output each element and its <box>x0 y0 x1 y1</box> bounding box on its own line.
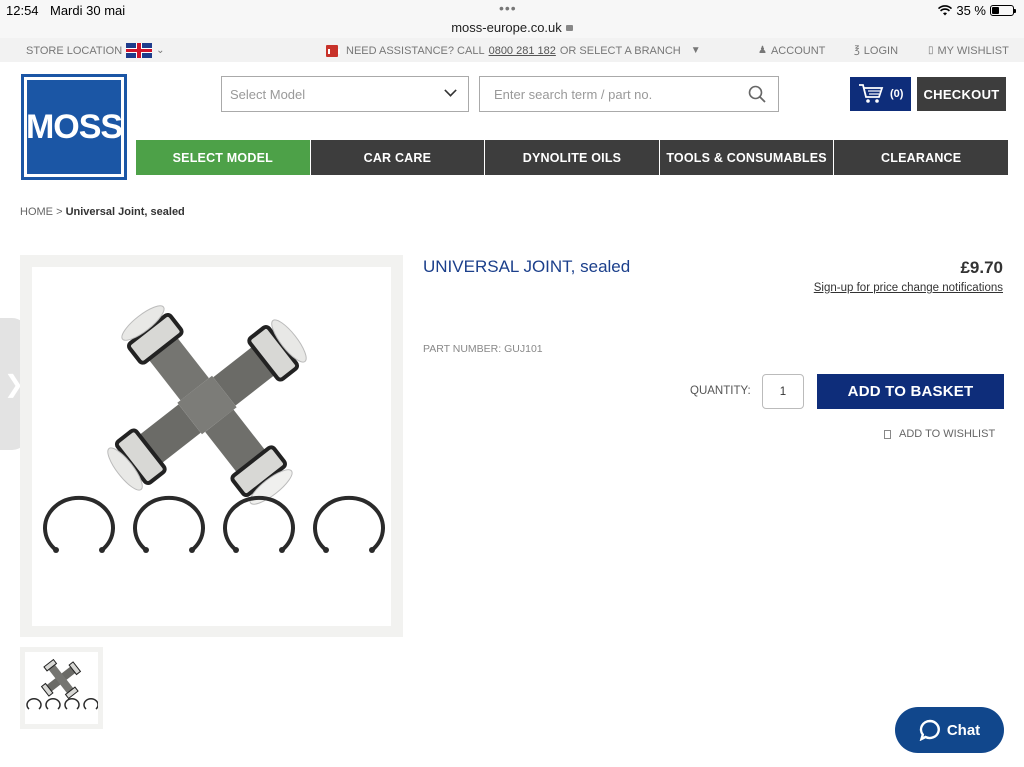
account-label: ACCOUNT <box>770 44 826 57</box>
quantity-label: QUANTITY: <box>690 385 751 397</box>
nav-tools-consumables[interactable]: TOOLS & CONSUMABLES <box>659 140 834 175</box>
key-icon: ℥ <box>854 44 860 56</box>
chevron-down-icon <box>444 84 457 97</box>
nav-car-care[interactable]: CAR CARE <box>310 140 485 175</box>
breadcrumb-home[interactable]: HOME <box>20 206 53 218</box>
price-notification-link[interactable]: Sign-up for price change notifications <box>814 282 1003 294</box>
breadcrumb: HOME > Universal Joint, sealed <box>20 206 185 218</box>
battery-icon <box>990 5 1016 16</box>
battery-percent: 35 % <box>956 3 986 18</box>
nav-dynolite-oils[interactable]: DYNOLITE OILS <box>485 140 659 175</box>
utility-bar: STORE LOCATION ⌄ NEED ASSISTANCE? CALL 0… <box>0 38 1024 62</box>
my-wishlist-link[interactable]: ▯ MY WISHLIST <box>928 38 1009 62</box>
account-link[interactable]: ♟ ACCOUNT <box>758 38 825 62</box>
chat-bubble-icon <box>919 719 940 741</box>
select-branch-link[interactable]: OR SELECT A BRANCH <box>560 44 681 58</box>
status-right: 35 % <box>938 3 1016 18</box>
battery-fill <box>992 7 999 14</box>
quantity-input[interactable]: 1 <box>762 374 804 409</box>
branch-icon <box>326 44 340 57</box>
add-to-wishlist-link[interactable]: ADD TO WISHLIST <box>884 428 995 440</box>
user-icon: ♟ <box>758 44 767 56</box>
checkout-button[interactable]: CHECKOUT <box>917 77 1006 111</box>
universal-joint-image <box>43 305 385 553</box>
lock-icon <box>565 25 573 31</box>
chat-label: Chat <box>946 721 981 739</box>
chat-button[interactable]: Chat <box>895 707 1004 753</box>
login-label: LOGIN <box>863 44 899 57</box>
store-location-selector[interactable]: STORE LOCATION ⌄ <box>26 38 165 62</box>
wifi-icon <box>938 5 953 16</box>
chevron-down-icon: ⌄ <box>156 44 165 56</box>
status-time: 12:54 <box>6 3 39 18</box>
login-link[interactable]: ℥ LOGIN <box>854 38 898 62</box>
breadcrumb-current: Universal Joint, sealed <box>65 206 185 218</box>
product-title: UNIVERSAL JOINT, sealed <box>423 257 631 276</box>
cart-button[interactable]: (0) <box>850 77 911 111</box>
add-to-basket-button[interactable]: ADD TO BASKET <box>817 374 1004 409</box>
bookmark-icon <box>884 429 891 439</box>
select-model-dropdown[interactable]: Select Model <box>221 76 469 112</box>
uk-flag-icon <box>126 43 153 58</box>
moss-logo[interactable]: MOSS <box>21 74 127 180</box>
phone-link[interactable]: 0800 281 182 <box>489 44 556 58</box>
cart-count: (0) <box>890 88 904 100</box>
status-date: Mardi 30 mai <box>50 3 126 18</box>
thumbnail-image <box>25 652 99 724</box>
search-icon[interactable] <box>748 85 766 103</box>
logo-badge: MOSS <box>25 80 123 174</box>
my-wishlist-label: MY WISHLIST <box>937 44 1009 57</box>
cart-icon <box>859 84 884 103</box>
bookmark-icon: ▯ <box>928 44 934 56</box>
breadcrumb-separator: > <box>56 206 63 218</box>
address-bar[interactable]: moss-europe.co.uk <box>0 20 1024 35</box>
nav-clearance[interactable]: CLEARANCE <box>834 140 1008 175</box>
product-image-frame <box>20 255 403 637</box>
select-model-placeholder: Select Model <box>230 87 306 102</box>
store-location-label: STORE LOCATION <box>26 44 123 57</box>
product-thumbnail[interactable] <box>20 647 103 729</box>
part-number: PART NUMBER: GUJ101 <box>423 343 543 355</box>
status-bar: 12:54 Mardi 30 mai ••• moss-europe.co.uk… <box>0 0 1024 38</box>
caret-down-icon[interactable]: ▼ <box>691 44 701 58</box>
url-text: moss-europe.co.uk <box>451 20 562 35</box>
search-input[interactable] <box>494 77 734 111</box>
main-nav: SELECT MODEL CAR CARE DYNOLITE OILS TOOL… <box>136 140 1008 175</box>
multitask-dots-icon[interactable]: ••• <box>499 1 517 15</box>
product-image[interactable] <box>32 267 391 626</box>
assistance-prefix: NEED ASSISTANCE? CALL <box>346 44 485 57</box>
product-price: £9.70 <box>960 258 1003 277</box>
logo-text: MOSS <box>25 107 123 146</box>
add-to-wishlist-label: ADD TO WISHLIST <box>899 428 996 440</box>
assistance-info: NEED ASSISTANCE? CALL 0800 281 182 OR SE… <box>326 38 701 62</box>
nav-select-model[interactable]: SELECT MODEL <box>136 140 310 175</box>
search-bar <box>479 76 779 112</box>
